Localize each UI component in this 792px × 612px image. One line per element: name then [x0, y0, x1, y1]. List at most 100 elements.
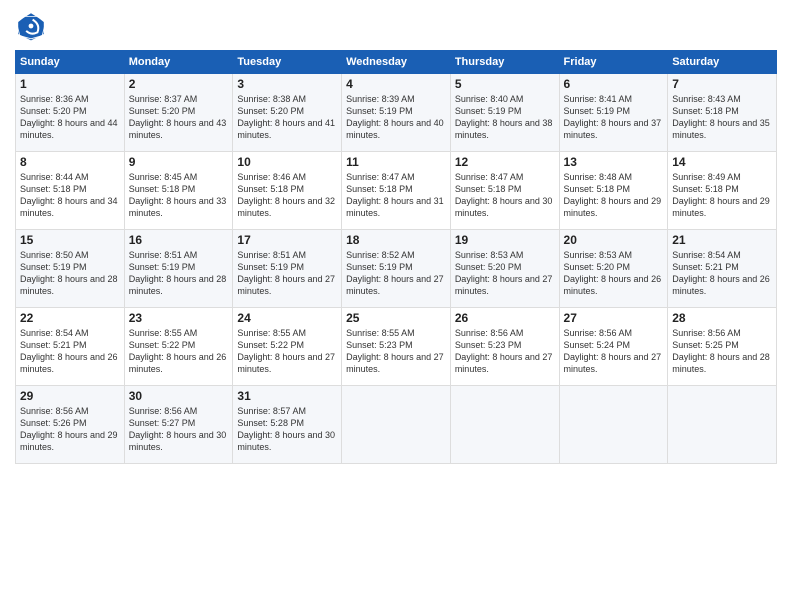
day-info: Sunrise: 8:55 AMSunset: 5:23 PMDaylight:… — [346, 327, 446, 376]
day-cell: 2 Sunrise: 8:37 AMSunset: 5:20 PMDaylight… — [124, 74, 233, 152]
day-cell: 13 Sunrise: 8:48 AMSunset: 5:18 PMDayligh… — [559, 152, 668, 230]
day-cell: 17 Sunrise: 8:51 AMSunset: 5:19 PMDayligh… — [233, 230, 342, 308]
day-info: Sunrise: 8:56 AMSunset: 5:26 PMDaylight:… — [20, 405, 120, 454]
day-info: Sunrise: 8:56 AMSunset: 5:23 PMDaylight:… — [455, 327, 555, 376]
weekday-header-sunday: Sunday — [16, 51, 125, 74]
day-number: 11 — [346, 155, 446, 169]
day-number: 6 — [564, 77, 664, 91]
day-number: 13 — [564, 155, 664, 169]
week-row-4: 22 Sunrise: 8:54 AMSunset: 5:21 PMDayligh… — [16, 308, 777, 386]
day-info: Sunrise: 8:41 AMSunset: 5:19 PMDaylight:… — [564, 93, 664, 142]
day-info: Sunrise: 8:57 AMSunset: 5:28 PMDaylight:… — [237, 405, 337, 454]
weekday-header-saturday: Saturday — [668, 51, 777, 74]
day-number: 18 — [346, 233, 446, 247]
day-cell: 18 Sunrise: 8:52 AMSunset: 5:19 PMDayligh… — [342, 230, 451, 308]
weekday-header-tuesday: Tuesday — [233, 51, 342, 74]
day-cell: 23 Sunrise: 8:55 AMSunset: 5:22 PMDayligh… — [124, 308, 233, 386]
day-number: 3 — [237, 77, 337, 91]
day-cell — [342, 386, 451, 464]
day-number: 17 — [237, 233, 337, 247]
day-cell: 14 Sunrise: 8:49 AMSunset: 5:18 PMDayligh… — [668, 152, 777, 230]
calendar-body: 1Sunrise: 8:36 AMSunset: 5:20 PMDaylight… — [16, 74, 777, 464]
weekday-header-thursday: Thursday — [450, 51, 559, 74]
day-info: Sunrise: 8:43 AMSunset: 5:18 PMDaylight:… — [672, 93, 772, 142]
day-info: Sunrise: 8:52 AMSunset: 5:19 PMDaylight:… — [346, 249, 446, 298]
day-cell: 16 Sunrise: 8:51 AMSunset: 5:19 PMDayligh… — [124, 230, 233, 308]
day-number: 10 — [237, 155, 337, 169]
day-info: Sunrise: 8:36 AMSunset: 5:20 PMDaylight:… — [20, 93, 120, 142]
day-number: 28 — [672, 311, 772, 325]
day-number: 4 — [346, 77, 446, 91]
day-number: 27 — [564, 311, 664, 325]
day-cell: 6 Sunrise: 8:41 AMSunset: 5:19 PMDaylight… — [559, 74, 668, 152]
day-info: Sunrise: 8:38 AMSunset: 5:20 PMDaylight:… — [237, 93, 337, 142]
week-row-2: 8 Sunrise: 8:44 AMSunset: 5:18 PMDaylight… — [16, 152, 777, 230]
day-cell: 19 Sunrise: 8:53 AMSunset: 5:20 PMDayligh… — [450, 230, 559, 308]
day-number: 30 — [129, 389, 229, 403]
day-cell: 15Sunrise: 8:50 AMSunset: 5:19 PMDayligh… — [16, 230, 125, 308]
day-info: Sunrise: 8:46 AMSunset: 5:18 PMDaylight:… — [237, 171, 337, 220]
day-number: 22 — [20, 311, 120, 325]
weekday-header-friday: Friday — [559, 51, 668, 74]
day-cell: 10 Sunrise: 8:46 AMSunset: 5:18 PMDayligh… — [233, 152, 342, 230]
day-cell — [668, 386, 777, 464]
day-cell: 7 Sunrise: 8:43 AMSunset: 5:18 PMDaylight… — [668, 74, 777, 152]
day-number: 12 — [455, 155, 555, 169]
day-cell: 20Sunrise: 8:53 AMSunset: 5:20 PMDayligh… — [559, 230, 668, 308]
day-cell: 1Sunrise: 8:36 AMSunset: 5:20 PMDaylight… — [16, 74, 125, 152]
day-cell — [450, 386, 559, 464]
day-info: Sunrise: 8:56 AMSunset: 5:27 PMDaylight:… — [129, 405, 229, 454]
day-cell: 26 Sunrise: 8:56 AMSunset: 5:23 PMDayligh… — [450, 308, 559, 386]
day-number: 21 — [672, 233, 772, 247]
day-number: 31 — [237, 389, 337, 403]
day-number: 5 — [455, 77, 555, 91]
day-info: Sunrise: 8:53 AMSunset: 5:20 PMDaylight:… — [564, 249, 664, 298]
day-number: 24 — [237, 311, 337, 325]
day-cell: 4Sunrise: 8:39 AMSunset: 5:19 PMDaylight… — [342, 74, 451, 152]
logo-icon — [15, 10, 47, 42]
day-info: Sunrise: 8:45 AMSunset: 5:18 PMDaylight:… — [129, 171, 229, 220]
day-info: Sunrise: 8:56 AMSunset: 5:24 PMDaylight:… — [564, 327, 664, 376]
day-info: Sunrise: 8:53 AMSunset: 5:20 PMDaylight:… — [455, 249, 555, 298]
day-info: Sunrise: 8:37 AMSunset: 5:20 PMDaylight:… — [129, 93, 229, 142]
day-cell: 22 Sunrise: 8:54 AMSunset: 5:21 PMDayligh… — [16, 308, 125, 386]
day-cell: 11 Sunrise: 8:47 AMSunset: 5:18 PMDayligh… — [342, 152, 451, 230]
logo — [15, 10, 51, 42]
day-info: Sunrise: 8:49 AMSunset: 5:18 PMDaylight:… — [672, 171, 772, 220]
day-cell: 9 Sunrise: 8:45 AMSunset: 5:18 PMDaylight… — [124, 152, 233, 230]
day-info: Sunrise: 8:47 AMSunset: 5:18 PMDaylight:… — [346, 171, 446, 220]
day-cell: 30 Sunrise: 8:56 AMSunset: 5:27 PMDayligh… — [124, 386, 233, 464]
day-number: 16 — [129, 233, 229, 247]
weekday-header-monday: Monday — [124, 51, 233, 74]
day-info: Sunrise: 8:55 AMSunset: 5:22 PMDaylight:… — [237, 327, 337, 376]
week-row-3: 15Sunrise: 8:50 AMSunset: 5:19 PMDayligh… — [16, 230, 777, 308]
day-cell: 31 Sunrise: 8:57 AMSunset: 5:28 PMDayligh… — [233, 386, 342, 464]
day-info: Sunrise: 8:51 AMSunset: 5:19 PMDaylight:… — [237, 249, 337, 298]
day-cell: 5 Sunrise: 8:40 AMSunset: 5:19 PMDaylight… — [450, 74, 559, 152]
day-number: 19 — [455, 233, 555, 247]
day-info: Sunrise: 8:51 AMSunset: 5:19 PMDaylight:… — [129, 249, 229, 298]
day-info: Sunrise: 8:54 AMSunset: 5:21 PMDaylight:… — [672, 249, 772, 298]
day-info: Sunrise: 8:54 AMSunset: 5:21 PMDaylight:… — [20, 327, 120, 376]
calendar-table: SundayMondayTuesdayWednesdayThursdayFrid… — [15, 50, 777, 464]
page: SundayMondayTuesdayWednesdayThursdayFrid… — [0, 0, 792, 612]
day-info: Sunrise: 8:40 AMSunset: 5:19 PMDaylight:… — [455, 93, 555, 142]
day-info: Sunrise: 8:55 AMSunset: 5:22 PMDaylight:… — [129, 327, 229, 376]
day-number: 25 — [346, 311, 446, 325]
day-number: 26 — [455, 311, 555, 325]
day-info: Sunrise: 8:56 AMSunset: 5:25 PMDaylight:… — [672, 327, 772, 376]
day-cell: 28 Sunrise: 8:56 AMSunset: 5:25 PMDayligh… — [668, 308, 777, 386]
day-number: 2 — [129, 77, 229, 91]
day-info: Sunrise: 8:48 AMSunset: 5:18 PMDaylight:… — [564, 171, 664, 220]
day-cell: 25 Sunrise: 8:55 AMSunset: 5:23 PMDayligh… — [342, 308, 451, 386]
week-row-5: 29 Sunrise: 8:56 AMSunset: 5:26 PMDayligh… — [16, 386, 777, 464]
day-number: 23 — [129, 311, 229, 325]
day-number: 14 — [672, 155, 772, 169]
day-number: 8 — [20, 155, 120, 169]
day-cell: 8 Sunrise: 8:44 AMSunset: 5:18 PMDaylight… — [16, 152, 125, 230]
day-number: 9 — [129, 155, 229, 169]
day-number: 15 — [20, 233, 120, 247]
day-number: 7 — [672, 77, 772, 91]
day-info: Sunrise: 8:44 AMSunset: 5:18 PMDaylight:… — [20, 171, 120, 220]
day-number: 29 — [20, 389, 120, 403]
